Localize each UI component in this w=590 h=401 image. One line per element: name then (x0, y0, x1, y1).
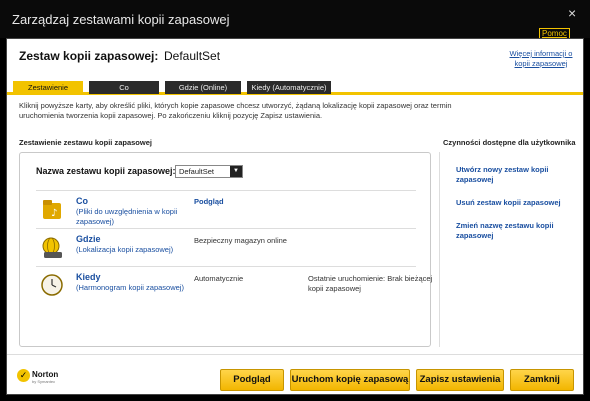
summary-row-what: ♪ Co (Pliki do uwzględnienia w kopii zap… (36, 190, 416, 228)
summary-row-when: Kiedy (Harmonogram kopii zapasowej) Auto… (36, 266, 432, 312)
tab-what[interactable]: Co (89, 81, 159, 94)
tab-summary[interactable]: Zestawienie (13, 81, 83, 94)
globe-drive-icon (42, 237, 62, 258)
summary-section-title: Zestawienie zestawu kopii zapasowej (19, 138, 152, 147)
where-value: Bezpieczny magazyn online (194, 236, 287, 245)
set-name-select[interactable]: DefaultSet ▼ (175, 165, 243, 178)
preview-link[interactable]: Podgląd (194, 197, 224, 206)
svg-text:♪: ♪ (51, 208, 57, 219)
chevron-down-icon: ▼ (230, 166, 242, 177)
when-value: Automatycznie (194, 274, 244, 283)
set-name-label: Nazwa zestawu kopii zapasowej: (36, 166, 176, 176)
backup-set-name: DefaultSet (164, 49, 221, 63)
tab-where[interactable]: Gdzie (Online) (165, 81, 241, 94)
close-button[interactable]: Zamknij (510, 369, 574, 391)
instructions-text: Kliknij powyższe karty, aby określić pli… (19, 101, 452, 120)
create-set-link[interactable]: Utwórz nowy zestaw kopii zapasowej (456, 165, 568, 185)
summary-box: Nazwa zestawu kopii zapasowej: DefaultSe… (19, 152, 432, 347)
set-name-select-value: DefaultSet (179, 167, 215, 176)
preview-button[interactable]: Podgląd (220, 369, 284, 391)
clock-icon (41, 274, 63, 296)
footer: ✓ Norton by Symantec Podgląd Uruchom kop… (7, 354, 583, 394)
when-subtitle: (Harmonogram kopii zapasowej) (76, 283, 184, 292)
norton-brand-sub: by Symantec (32, 379, 56, 384)
actions-section-title: Czynności dostępne dla użytkownika (443, 138, 576, 147)
what-subtitle: (Pliki do uwzględnienia w kopii zapasowe… (76, 207, 178, 226)
rename-set-link[interactable]: Zmień nazwę zestawu kopii zapasowej (456, 221, 568, 241)
folder-music-icon: ♪ (43, 200, 61, 219)
save-settings-button[interactable]: Zapisz ustawienia (416, 369, 504, 391)
main-panel: Zestaw kopii zapasowej: DefaultSet Więce… (6, 38, 584, 395)
norton-logo: ✓ Norton by Symantec (17, 369, 59, 389)
where-link[interactable]: Gdzie (76, 234, 101, 244)
delete-set-link[interactable]: Usuń zestaw kopii zapasowej (456, 198, 568, 208)
title-bar: Zarządzaj zestawami kopii zapasowej Pomo… (0, 0, 590, 39)
last-run-status: Ostatnie uruchomienie: Brak bieżącej kop… (308, 274, 433, 293)
where-subtitle: (Lokalizacja kopii zapasowej) (76, 245, 174, 254)
tab-when[interactable]: Kiedy (Automatycznie) (247, 81, 331, 94)
norton-brand: Norton (32, 370, 59, 379)
what-link[interactable]: Co (76, 196, 88, 206)
summary-row-where: Gdzie (Lokalizacja kopii zapasowej) Bezp… (36, 228, 416, 266)
close-icon[interactable]: × (568, 5, 576, 21)
when-link[interactable]: Kiedy (76, 272, 101, 282)
run-backup-button[interactable]: Uruchom kopię zapasową (290, 369, 410, 391)
tab-bar: Zestawienie Co Gdzie (Online) Kiedy (Aut… (7, 79, 583, 95)
checkmark-icon: ✓ (17, 369, 30, 382)
actions-panel: Utwórz nowy zestaw kopii zapasowej Usuń … (439, 152, 579, 347)
backup-set-label: Zestaw kopii zapasowej: (19, 49, 159, 63)
more-info-link[interactable]: Więcej informacji o kopii zapasowej (506, 49, 576, 69)
window-title: Zarządzaj zestawami kopii zapasowej (12, 12, 230, 27)
